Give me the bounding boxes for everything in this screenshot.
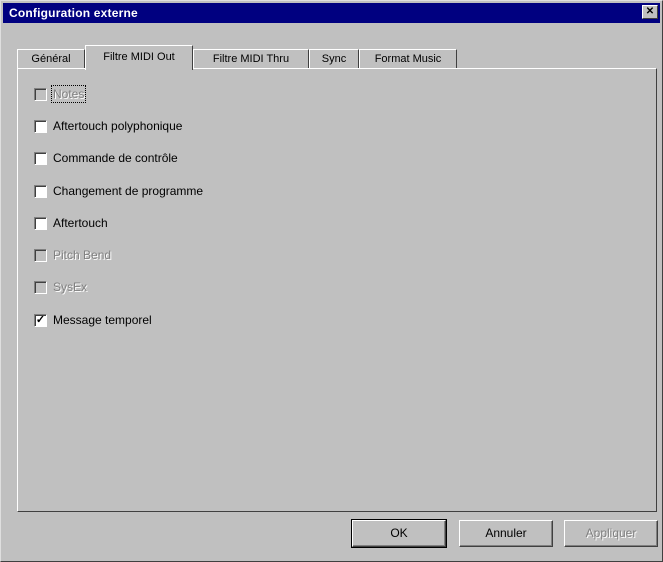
filter-poly-aftertouch[interactable]: Aftertouch polyphonique (34, 117, 182, 135)
tab-sync[interactable]: Sync (309, 49, 359, 69)
filter-pitch-bend[interactable]: Pitch Bend (34, 246, 111, 264)
checkbox[interactable] (34, 280, 47, 294)
close-icon: ✕ (645, 6, 655, 17)
tab-midi-out-filter[interactable]: Filtre MIDI Out (85, 45, 193, 70)
dialog-title: Configuration externe (9, 6, 138, 20)
filter-label: Notes (50, 85, 87, 103)
close-button[interactable]: ✕ (642, 5, 658, 19)
filter-label: Aftertouch polyphonique (53, 119, 183, 133)
tab-midi-thru-filter[interactable]: Filtre MIDI Thru (193, 49, 309, 69)
filter-sysex[interactable]: SysEx (34, 278, 87, 296)
filter-label: Aftertouch (53, 216, 108, 230)
checkmark-icon: ✓ (35, 313, 46, 326)
filter-aftertouch[interactable]: Aftertouch (34, 214, 108, 232)
checkbox[interactable] (34, 119, 47, 133)
filter-label: Message temporel (53, 313, 152, 327)
filter-label: Commande de contrôle (53, 151, 178, 165)
checkbox[interactable] (34, 151, 47, 165)
checkbox[interactable] (34, 184, 47, 198)
filter-notes[interactable]: Notes (34, 85, 87, 103)
filter-program-change[interactable]: Changement de programme (34, 182, 203, 200)
title-bar[interactable]: Configuration externe ✕ (3, 3, 660, 23)
checkbox[interactable]: ✓ (34, 313, 47, 327)
apply-button[interactable]: Appliquer (564, 520, 658, 547)
filter-label: Changement de programme (53, 184, 204, 198)
cancel-button[interactable]: Annuler (459, 520, 553, 547)
checkbox[interactable] (34, 216, 47, 230)
ok-button[interactable]: OK (351, 519, 447, 548)
dialog-window: Configuration externe ✕ Général Filtre M… (0, 0, 663, 562)
tab-music-format[interactable]: Format Music (359, 49, 457, 69)
filter-time-message[interactable]: ✓ Message temporel (34, 311, 152, 329)
filter-label: Pitch Bend (53, 248, 112, 262)
filter-label: SysEx (53, 280, 88, 294)
filter-control-change[interactable]: Commande de contrôle (34, 149, 178, 167)
checkbox[interactable] (34, 87, 47, 101)
tab-general[interactable]: Général (17, 49, 85, 69)
checkbox[interactable] (34, 248, 47, 262)
tab-panel-midi-out-filter: Notes Aftertouch polyphonique Commande d… (17, 68, 657, 512)
